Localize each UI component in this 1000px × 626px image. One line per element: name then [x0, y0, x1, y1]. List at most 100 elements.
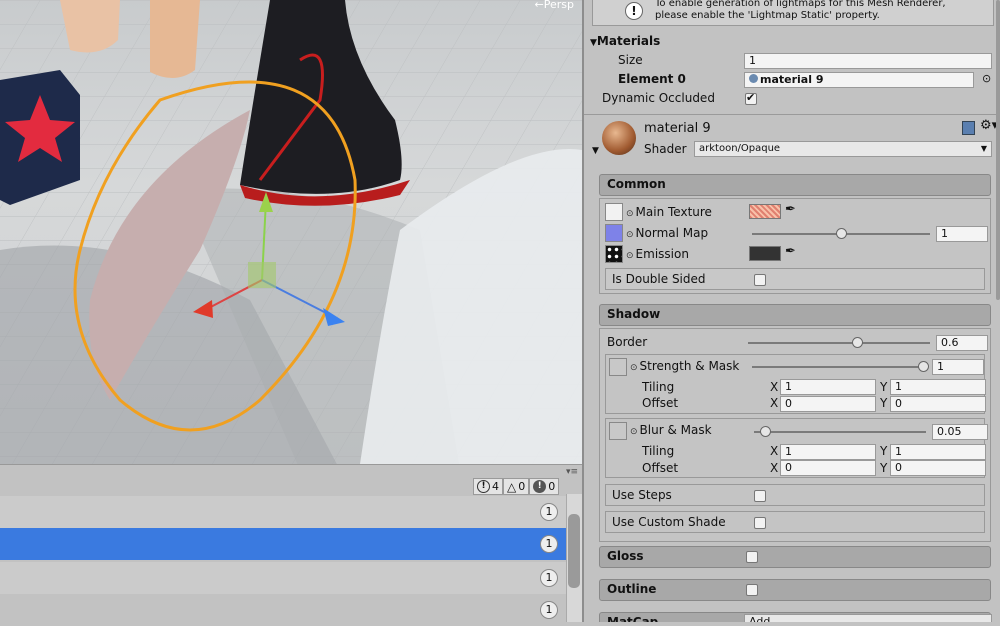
blur-value[interactable]: 0.05 — [932, 424, 988, 440]
use-custom-shade-checkbox[interactable] — [754, 517, 766, 529]
double-sided-label: Is Double Sided — [612, 272, 706, 286]
count-badge: 1 — [540, 601, 558, 619]
count-badge: 1 — [540, 535, 558, 553]
warning-icon: ! — [477, 480, 490, 493]
y-label: Y — [880, 444, 888, 458]
element0-field[interactable]: material 9 — [744, 72, 974, 88]
tiling-y-field[interactable]: 1 — [890, 444, 986, 460]
x-label: X — [770, 396, 779, 410]
double-sided-checkbox[interactable] — [754, 274, 766, 286]
border-label: Border — [607, 335, 648, 349]
offset-label: Offset — [642, 396, 679, 410]
emission-color-swatch[interactable] — [749, 246, 781, 261]
normal-map-slider-knob[interactable] — [836, 228, 847, 239]
offset-label: Offset — [642, 461, 679, 475]
x-label: X — [770, 444, 779, 458]
outline-section-header[interactable]: Outline — [599, 579, 991, 601]
x-label: X — [770, 380, 779, 394]
main-texture-slot[interactable] — [605, 203, 623, 221]
book-icon[interactable] — [962, 121, 975, 135]
error-filter-button[interactable]: ! 0 — [529, 478, 560, 495]
tiling-label: Tiling — [642, 444, 675, 458]
console-row[interactable]: 1 — [0, 562, 566, 594]
material-name: material 9 — [644, 121, 711, 136]
gloss-checkbox[interactable] — [746, 551, 758, 563]
size-field[interactable]: 1 — [744, 53, 992, 69]
dynamic-occluded-checkbox[interactable] — [745, 91, 757, 105]
shadow-section-header[interactable]: Shadow — [599, 304, 991, 326]
info-icon: ! — [625, 2, 643, 20]
notice-text: To enable generation of lightmaps for th… — [655, 0, 946, 21]
emission-slot[interactable] — [605, 245, 623, 263]
alert-filter-button[interactable]: △ 0 — [503, 478, 530, 495]
materials-foldout[interactable]: ▼Materials — [590, 34, 660, 48]
persp-label[interactable]: ←Persp — [535, 0, 574, 11]
normal-map-slot[interactable] — [605, 224, 623, 242]
tiling-x-field[interactable]: 1 — [780, 444, 876, 460]
y-label: Y — [880, 380, 888, 394]
border-slider-knob[interactable] — [852, 337, 863, 348]
scene-canvas — [0, 0, 582, 464]
console-scroll-thumb[interactable] — [568, 514, 580, 588]
emission-label: ⊙ Emission — [626, 247, 689, 261]
scene-view[interactable]: ←Persp — [0, 0, 582, 464]
lightmap-notice: ! To enable generation of lightmaps for … — [592, 0, 994, 26]
character-leg — [60, 0, 120, 53]
strength-value[interactable]: 1 — [932, 359, 984, 375]
console-row-selected[interactable]: 1 — [0, 528, 566, 560]
eyedropper-icon[interactable]: ✒ — [785, 244, 796, 259]
use-steps-checkbox[interactable] — [754, 490, 766, 502]
gloss-section-header[interactable]: Gloss — [599, 546, 991, 568]
outline-checkbox[interactable] — [746, 584, 758, 596]
blur-mask-slot[interactable] — [609, 422, 627, 440]
shader-dropdown[interactable]: arktoon/Opaque ▼ — [694, 141, 992, 157]
offset-x-field[interactable]: 0 — [780, 460, 876, 476]
error-count: 0 — [548, 480, 556, 493]
x-label: X — [770, 461, 779, 475]
strength-mask-slot[interactable] — [609, 358, 627, 376]
strength-slider-knob[interactable] — [918, 361, 929, 372]
main-color-swatch[interactable] — [749, 204, 781, 219]
panel-menu-icon[interactable]: ▾≡ — [566, 467, 578, 477]
inspector-panel: ! To enable generation of lightmaps for … — [582, 0, 1000, 622]
object-picker-icon[interactable]: ⊙ — [982, 72, 991, 85]
triangle-warning-icon: △ — [507, 479, 517, 494]
collapse-arrow-icon[interactable]: ▼ — [592, 146, 599, 156]
blur-mask-label: ⊙ Blur & Mask — [630, 423, 712, 437]
main-texture-label: ⊙ Main Texture — [626, 205, 712, 219]
dynamic-occluded-label: Dynamic Occluded — [602, 91, 715, 105]
count-badge: 1 — [540, 503, 558, 521]
use-custom-shade-label: Use Custom Shade — [612, 515, 726, 529]
alert-count: 0 — [518, 480, 526, 493]
tiling-x-field[interactable]: 1 — [780, 379, 876, 395]
console-row[interactable]: 1 — [0, 496, 566, 528]
blur-slider[interactable] — [754, 431, 926, 433]
eyedropper-icon[interactable]: ✒ — [785, 202, 796, 217]
offset-y-field[interactable]: 0 — [890, 396, 986, 412]
common-section-header[interactable]: Common — [599, 174, 991, 196]
offset-y-field[interactable]: 0 — [890, 460, 986, 476]
strength-mask-label: ⊙ Strength & Mask — [630, 359, 740, 373]
matcap-dropdown[interactable]: Add — [744, 614, 992, 622]
dropdown-arrow-icon: ▼ — [980, 144, 987, 153]
normal-map-value[interactable]: 1 — [936, 226, 988, 242]
y-label: Y — [880, 396, 888, 410]
element0-label: Element 0 — [618, 72, 686, 86]
border-slider[interactable] — [748, 342, 930, 344]
count-badge: 1 — [540, 569, 558, 587]
material-sphere-icon — [749, 74, 758, 83]
offset-x-field[interactable]: 0 — [780, 396, 876, 412]
border-value[interactable]: 0.6 — [936, 335, 988, 351]
tiling-label: Tiling — [642, 380, 675, 394]
blur-slider-knob[interactable] — [760, 426, 771, 437]
warning-filter-button[interactable]: ! 4 — [473, 478, 503, 495]
size-label: Size — [618, 53, 643, 67]
console-row[interactable]: 1 — [0, 594, 566, 626]
error-icon: ! — [533, 480, 547, 493]
foldout-arrow-icon: ▼ — [590, 38, 597, 48]
inspector-scrollbar[interactable] — [996, 0, 1000, 300]
strength-slider[interactable] — [752, 366, 926, 368]
tiling-y-field[interactable]: 1 — [890, 379, 986, 395]
y-label: Y — [880, 461, 888, 475]
material-preview-sphere — [602, 121, 636, 155]
